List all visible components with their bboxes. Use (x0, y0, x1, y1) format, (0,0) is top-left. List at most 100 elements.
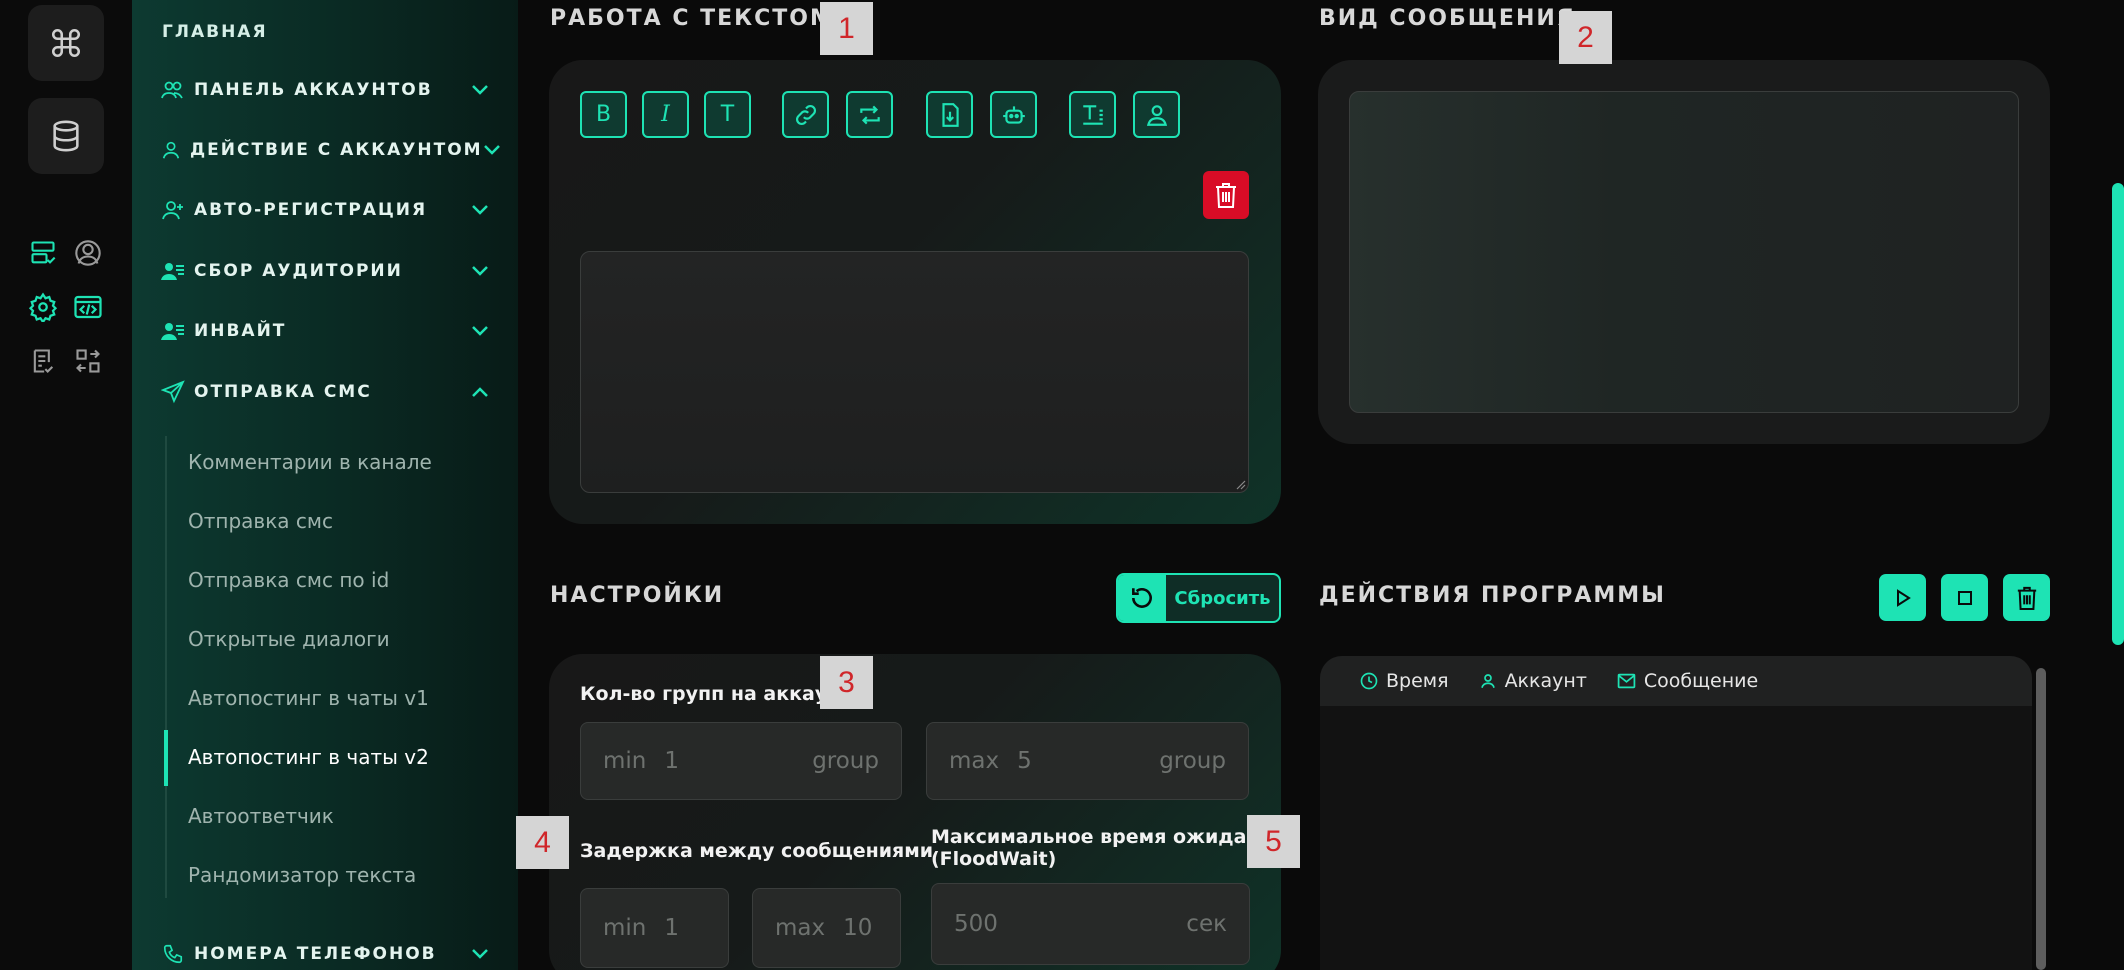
annotation-badge: 3 (820, 656, 873, 709)
file-download-button[interactable] (926, 91, 973, 138)
code-window-icon[interactable] (73, 292, 103, 322)
database-icon (53, 120, 79, 152)
server-check-icon[interactable] (28, 238, 58, 268)
menu-item-label: НОМЕРА ТЕЛЕФОНОВ (194, 944, 437, 964)
menu-item-account-action[interactable]: ДЕЙСТВИЕ С АККАУНТОМ (160, 135, 500, 165)
min-prefix: min (603, 748, 647, 774)
reset-label: Сбросить (1174, 587, 1271, 609)
floodwait-label: Максимальное время ожидания (931, 826, 1286, 848)
user-icon (160, 137, 182, 163)
text-panel-title: РАБОТА С ТЕКСТОМ (550, 6, 834, 31)
log-column-time[interactable]: Время (1360, 670, 1449, 692)
side-menu: ГЛАВНАЯ ПАНЕЛЬ АККАУНТОВ ДЕЙСТВИЕ С АККА… (132, 0, 518, 970)
annotation-badge: 2 (1559, 11, 1612, 64)
resize-grip-icon[interactable] (1234, 478, 1246, 490)
command-button[interactable] (28, 5, 104, 81)
message-delay-label: Задержка между сообщениями (580, 840, 934, 862)
database-button[interactable] (28, 98, 104, 174)
document-check-icon[interactable] (28, 346, 58, 376)
menu-item-audience-collection[interactable]: СБОР АУДИТОРИИ (160, 256, 490, 286)
submenu-item[interactable]: Автоответчик (188, 804, 334, 828)
menu-item-accounts-panel[interactable]: ПАНЕЛЬ АККАУНТОВ (160, 75, 490, 105)
actions-title: ДЕЙСТВИЯ ПРОГРАММЫ (1319, 583, 1666, 608)
bot-icon (1002, 105, 1025, 124)
submenu-item[interactable]: Отправка смс по id (188, 568, 389, 592)
preview-panel-title: ВИД СООБЩЕНИЯ (1319, 6, 1576, 31)
log-header: Время Аккаунт Сообщение (1320, 656, 2032, 706)
log-column-message[interactable]: Сообщение (1617, 670, 1758, 692)
play-icon (1896, 588, 1911, 607)
chevron-down-icon (470, 261, 490, 281)
menu-item-invite[interactable]: ИНВАЙТ (160, 316, 490, 346)
stop-icon (1957, 590, 1972, 605)
delay-max-input[interactable]: max 10 (752, 888, 901, 968)
reset-icon (1118, 575, 1166, 621)
annotation-badge: 5 (1247, 815, 1300, 868)
italic-button[interactable]: I (642, 91, 689, 138)
menu-item-send-sms[interactable]: ОТПРАВКА СМС (160, 377, 490, 407)
start-button[interactable] (1879, 574, 1926, 621)
chevron-down-icon (483, 140, 501, 160)
reset-button[interactable]: Сбросить (1116, 573, 1281, 623)
submenu-active-indicator (164, 730, 168, 786)
floodwait-label-suffix: (FloodWait) (931, 848, 1057, 870)
bot-button[interactable] (990, 91, 1037, 138)
text-icon: T (720, 102, 735, 127)
log-column-account[interactable]: Аккаунт (1479, 670, 1587, 692)
submenu-item[interactable]: Комментарии в канале (188, 450, 432, 474)
link-icon (795, 104, 816, 125)
page-scrollbar[interactable] (2112, 183, 2124, 645)
clear-text-button[interactable] (1203, 171, 1249, 219)
user-list-icon (160, 258, 186, 284)
message-preview (1349, 91, 2019, 413)
user-insert-button[interactable] (1133, 91, 1180, 138)
menu-item-label: АВТО-РЕГИСТРАЦИЯ (194, 200, 428, 220)
groups-max-input[interactable]: max 5 group (926, 722, 1249, 800)
file-download-icon (941, 102, 959, 127)
max-prefix: max (775, 915, 826, 941)
menu-item-label: ДЕЙСТВИЕ С АККАУНТОМ (190, 140, 483, 160)
delay-min-input[interactable]: min 1 (580, 888, 729, 968)
chevron-down-icon (470, 944, 490, 964)
menu-item-auto-registration[interactable]: АВТО-РЕГИСТРАЦИЯ (160, 195, 490, 225)
trash-icon (2017, 586, 2036, 610)
stop-button[interactable] (1941, 574, 1988, 621)
menu-home[interactable]: ГЛАВНАЯ (162, 22, 268, 42)
submenu-item[interactable]: Отправка смс (188, 509, 333, 533)
text-format-button[interactable] (1069, 91, 1116, 138)
submenu-line (165, 436, 167, 898)
italic-icon: I (661, 102, 670, 127)
log-column-label: Сообщение (1643, 670, 1759, 692)
user-plus-icon (160, 197, 186, 223)
exchange-icon[interactable] (73, 346, 103, 376)
submenu-item[interactable]: Рандомизатор текста (188, 863, 416, 887)
submenu-item-active[interactable]: Автопостинг в чаты v2 (188, 745, 429, 769)
link-button[interactable] (782, 91, 829, 138)
repost-icon (859, 105, 880, 124)
settings-icon[interactable] (28, 292, 58, 322)
log-column-label: Аккаунт (1504, 670, 1587, 692)
groups-min-input[interactable]: min 1 group (580, 722, 902, 800)
message-textarea[interactable] (580, 251, 1249, 493)
log-body (1320, 706, 2032, 970)
user-icon (1479, 672, 1497, 690)
phone-icon (160, 941, 186, 967)
bold-button[interactable]: B (580, 91, 627, 138)
text-button[interactable]: T (704, 91, 751, 138)
floodwait-input[interactable]: 500 сек (931, 883, 1250, 965)
groups-max-value: 5 (1017, 748, 1032, 774)
repost-button[interactable] (846, 91, 893, 138)
menu-item-label: СБОР АУДИТОРИИ (194, 261, 403, 281)
chevron-down-icon (470, 321, 490, 341)
groups-unit: group (812, 748, 879, 774)
user-icon (1146, 104, 1167, 126)
chevron-down-icon (470, 200, 490, 220)
menu-item-phone-numbers[interactable]: НОМЕРА ТЕЛЕФОНОВ (160, 939, 490, 969)
bold-icon: B (595, 102, 612, 127)
clear-log-button[interactable] (2003, 574, 2050, 621)
settings-title: НАСТРОЙКИ (550, 583, 725, 608)
submenu-item[interactable]: Открытые диалоги (188, 627, 390, 651)
log-scrollbar[interactable] (2036, 668, 2046, 970)
submenu-item[interactable]: Автопостинг в чаты v1 (188, 686, 429, 710)
user-circle-icon[interactable] (73, 238, 103, 268)
